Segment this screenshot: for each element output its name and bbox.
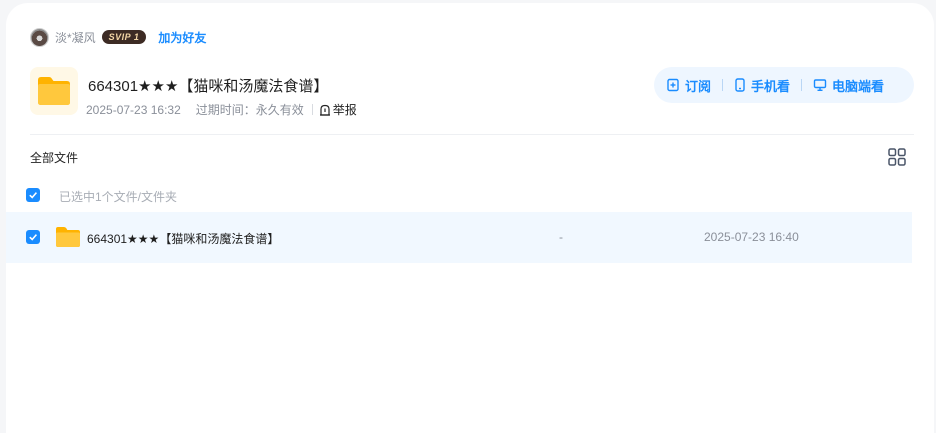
meta-divider <box>311 104 313 115</box>
share-meta: 2025-07-23 16:32 过期时间：永久有效 举报 <box>86 101 357 118</box>
share-created-time: 2025-07-23 16:32 <box>86 102 181 117</box>
add-friend-link[interactable]: 加为好友 <box>158 29 206 46</box>
subscribe-icon <box>667 78 679 92</box>
view-on-phone-label: 手机看 <box>751 78 791 94</box>
sharer-name[interactable]: 淡*凝风 <box>55 29 96 46</box>
select-all-checkbox[interactable] <box>26 188 40 202</box>
share-title: 664301★★★【猫咪和汤魔法食谱】 <box>88 78 329 95</box>
monitor-icon <box>813 79 827 92</box>
file-name[interactable]: 664301★★★【猫咪和汤魔法食谱】 <box>87 230 279 247</box>
subscribe-button[interactable]: 订阅 <box>666 76 711 95</box>
check-icon <box>29 192 38 199</box>
sharer-avatar[interactable] <box>30 27 49 47</box>
report-icon <box>319 104 330 116</box>
share-page-card: 淡*凝风 SVIP 1 加为好友 664301★★★【猫咪和汤魔法食谱】 202… <box>6 3 934 433</box>
vip-badge: SVIP 1 <box>101 30 147 44</box>
action-divider <box>801 79 803 91</box>
share-actions: 订阅 手机看 电脑端看 <box>654 67 914 103</box>
share-folder-icon <box>30 67 78 115</box>
grid-view-icon <box>888 148 906 166</box>
grid-view-toggle[interactable] <box>888 148 906 166</box>
subscribe-label: 订阅 <box>685 78 712 94</box>
file-row-checkbox[interactable] <box>26 230 40 244</box>
report-label: 举报 <box>332 103 357 117</box>
view-on-pc-label: 电脑端看 <box>832 78 885 94</box>
action-divider <box>722 79 724 91</box>
phone-icon <box>735 78 745 92</box>
breadcrumb-all-files[interactable]: 全部文件 <box>30 149 78 166</box>
file-row[interactable]: 664301★★★【猫咪和汤魔法食谱】 - 2025-07-23 16:40 <box>6 212 912 263</box>
report-link[interactable]: 举报 <box>319 101 357 118</box>
view-on-pc-button[interactable]: 电脑端看 <box>813 76 884 95</box>
file-modified-time: 2025-07-23 16:40 <box>704 230 799 244</box>
file-size: - <box>559 230 563 244</box>
folder-icon <box>56 227 80 247</box>
check-icon <box>29 234 38 241</box>
view-on-phone-button[interactable]: 手机看 <box>734 76 790 95</box>
selection-count: 已选中1个文件/文件夹 <box>59 190 178 204</box>
header-divider <box>30 134 914 135</box>
sharer-info: 淡*凝风 SVIP 1 加为好友 <box>30 27 206 47</box>
share-expiry: 过期时间：永久有效 <box>195 103 304 117</box>
